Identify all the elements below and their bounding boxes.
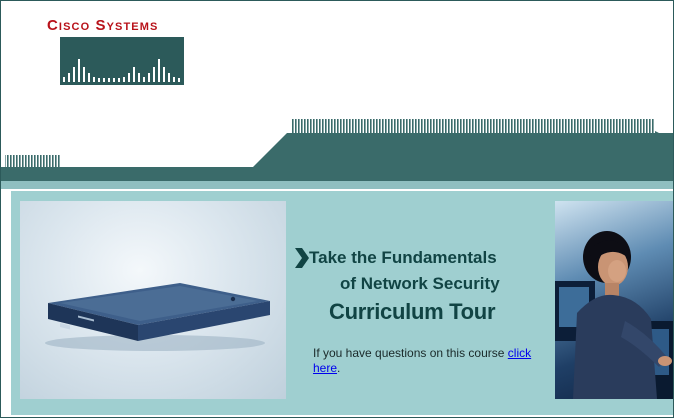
title-line-1: Take the Fundamentals bbox=[309, 248, 497, 267]
questions-text: If you have questions on this course cli… bbox=[313, 346, 533, 376]
logo-wordmark: Cisco Systems bbox=[47, 17, 159, 34]
logo-bridge-bars-icon bbox=[60, 37, 184, 85]
title-line-2: of Network Security bbox=[340, 274, 500, 293]
header-band bbox=[1, 119, 673, 189]
questions-prefix: If you have questions on this course bbox=[313, 346, 508, 360]
router-illustration bbox=[45, 283, 270, 351]
network-appliance-image bbox=[20, 201, 286, 399]
page-frame: Cisco Systems Take the Fundamentals of N… bbox=[0, 0, 674, 418]
title-line-3: Curriculum Tour bbox=[329, 299, 496, 324]
content-panel: Take the Fundamentals of Network Securit… bbox=[11, 191, 673, 415]
woman-at-computer-image bbox=[555, 201, 673, 399]
person-illustration bbox=[555, 231, 673, 399]
questions-suffix: . bbox=[337, 361, 341, 375]
cisco-logo[interactable]: Cisco Systems bbox=[47, 17, 191, 93]
